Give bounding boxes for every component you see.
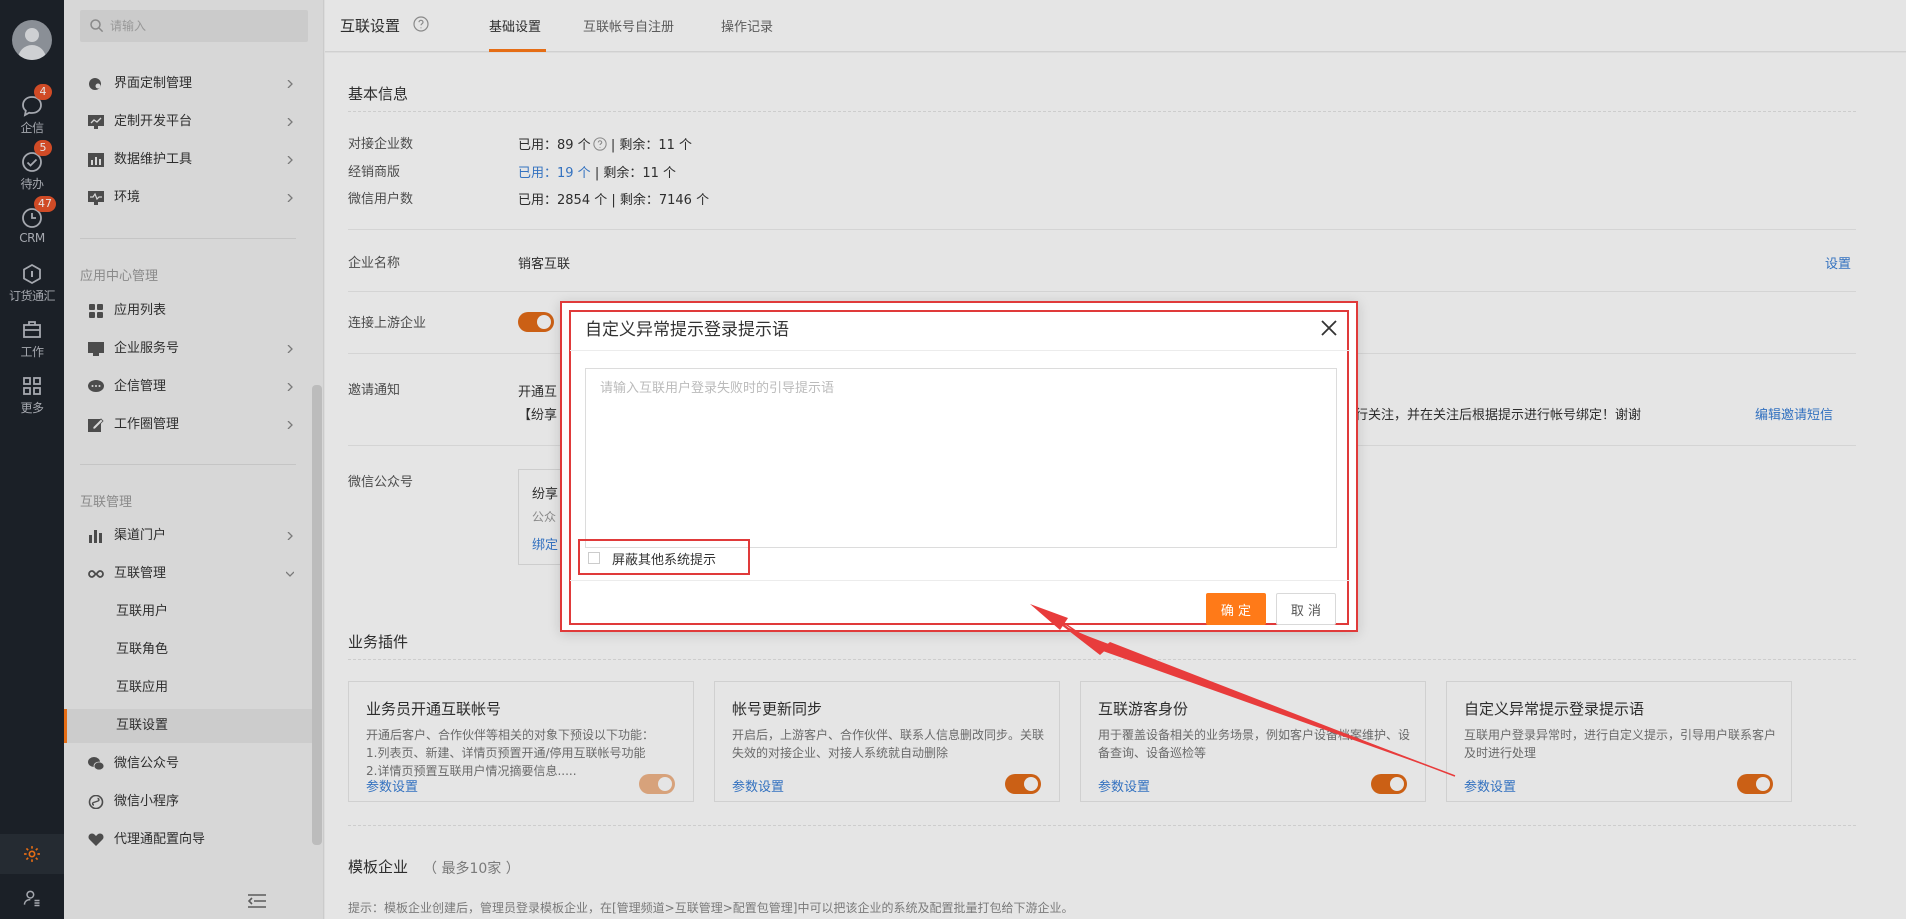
dialog-title: 自定义异常提示登录提示语 <box>585 320 789 340</box>
dialog-divider <box>570 350 1350 351</box>
block-other-tips-option[interactable]: 屏蔽其他系统提示 <box>578 539 750 575</box>
cancel-button[interactable]: 取 消 <box>1276 593 1336 625</box>
login-tip-textarea[interactable] <box>585 368 1337 548</box>
confirm-button[interactable]: 确 定 <box>1206 593 1266 625</box>
block-other-tips-label: 屏蔽其他系统提示 <box>612 553 717 568</box>
block-other-tips-checkbox[interactable] <box>588 552 600 564</box>
dialog-divider <box>570 580 1350 581</box>
custom-login-tip-dialog: 自定义异常提示登录提示语 屏蔽其他系统提示 确 定 取 消 <box>560 301 1358 632</box>
close-icon[interactable] <box>1320 319 1338 337</box>
